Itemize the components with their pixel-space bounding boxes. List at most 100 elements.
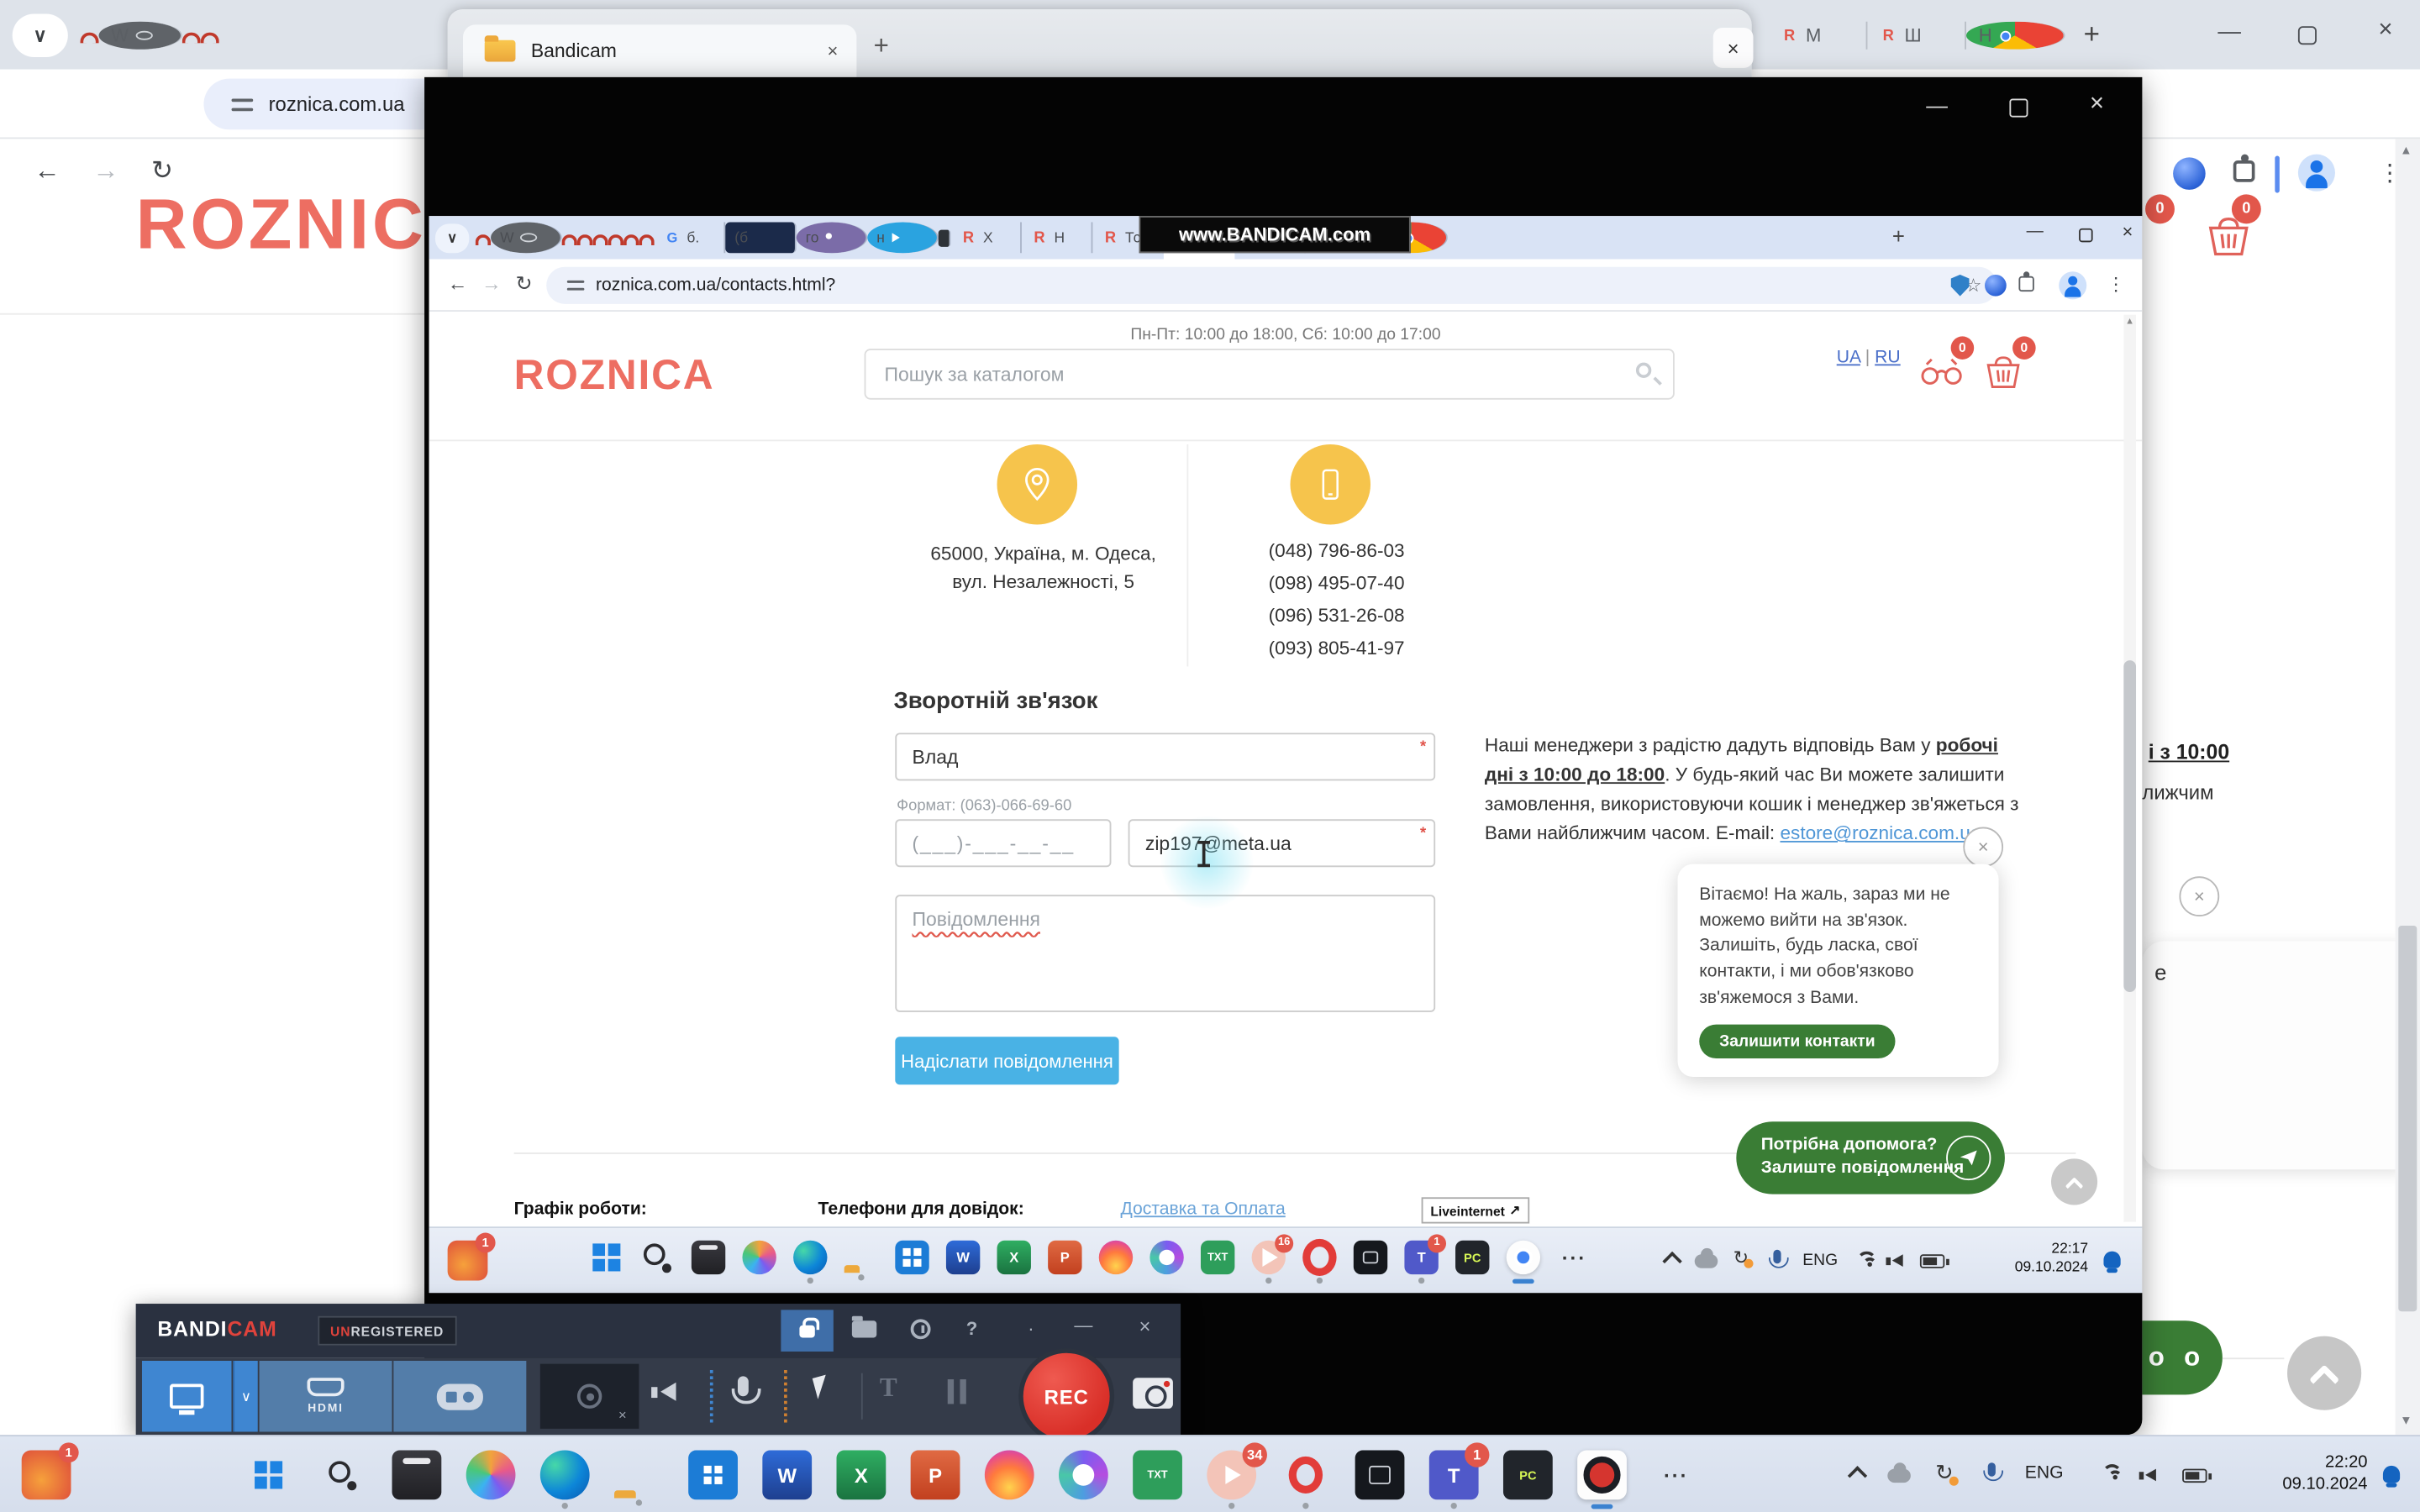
phone-number[interactable]: (048) 796-86-03 xyxy=(1182,540,1491,562)
url-text[interactable]: roznica.com.ua xyxy=(269,92,405,116)
scroll-up-arrow[interactable]: ▲ xyxy=(2125,318,2134,327)
vpn-extension-icon[interactable] xyxy=(1985,275,2007,297)
mouse-effect-icon[interactable] xyxy=(813,1375,832,1399)
browser-tab[interactable]: б/ xyxy=(577,234,592,245)
browser-tab[interactable]: За xyxy=(639,234,654,245)
taskbar-icon[interactable] xyxy=(1507,1241,1540,1274)
email-link[interactable]: estore@roznica.com.ua xyxy=(1780,822,1981,844)
compare-icon[interactable] xyxy=(1918,354,1965,388)
back-icon[interactable]: ← xyxy=(448,271,468,295)
leave-contacts-button[interactable]: Залишити контакти xyxy=(1699,1025,1895,1058)
outer-scrollbar[interactable]: ▲ ▼ xyxy=(2396,139,2420,1435)
browser-tab[interactable]: За xyxy=(81,33,99,44)
browser-tab[interactable]: RМ xyxy=(1769,22,1868,50)
scrollbar-thumb[interactable] xyxy=(2398,926,2417,1311)
taskbar-icon[interactable] xyxy=(692,1241,725,1274)
webcam-overlay-button[interactable]: × xyxy=(540,1364,639,1429)
taskbar-icon[interactable]: X xyxy=(997,1241,1031,1274)
notifications-bell-icon[interactable] xyxy=(2383,1466,2400,1483)
taskbar-icon[interactable]: P xyxy=(1048,1241,1081,1274)
microphone-tray-icon[interactable] xyxy=(1773,1250,1781,1264)
phone-field[interactable]: (___)-___-__-__ xyxy=(895,819,1111,867)
clock[interactable]: 22:2009.10.2024 xyxy=(2232,1452,2368,1496)
browser-tab[interactable]: Н xyxy=(1966,22,2065,50)
taskbar-icon[interactable] xyxy=(985,1451,1034,1500)
lang-ru-link[interactable]: RU xyxy=(1875,349,1901,367)
output-folder-icon[interactable] xyxy=(852,1320,876,1337)
game-recording-mode-button[interactable] xyxy=(393,1361,526,1431)
onedrive-icon[interactable] xyxy=(1695,1254,1718,1268)
mode-dropdown-button[interactable]: ∨ xyxy=(233,1361,257,1431)
forward-icon[interactable]: → xyxy=(92,156,118,187)
phone-number[interactable]: (096) 531-26-08 xyxy=(1182,605,1491,627)
battery-icon[interactable] xyxy=(1920,1254,1944,1268)
browser-tab[interactable]: RХ xyxy=(950,222,1021,253)
preview-close-button[interactable]: × xyxy=(2090,91,2104,118)
record-button[interactable]: REC xyxy=(1023,1353,1110,1440)
taskbar-icon[interactable] xyxy=(1354,1241,1387,1274)
phone-number[interactable]: (098) 495-07-40 xyxy=(1182,572,1491,594)
lang-ua-link[interactable]: UA xyxy=(1837,349,1860,367)
address-bar[interactable]: roznica.com.ua/contacts.html? ☆ xyxy=(546,267,1997,304)
clock[interactable]: 22:1709.10.2024 xyxy=(1957,1241,2088,1278)
chat-close-button[interactable]: × xyxy=(2179,876,2219,916)
message-field[interactable]: Повідомлення xyxy=(895,895,1435,1012)
taskbar-icon[interactable] xyxy=(1577,1451,1627,1500)
taskbar-icon[interactable] xyxy=(1150,1241,1183,1274)
liveinternet-counter[interactable]: Liveinternet↗ xyxy=(1422,1197,1530,1223)
name-field[interactable]: Влад * xyxy=(895,732,1435,780)
schedule-icon[interactable] xyxy=(911,1319,931,1339)
browser-tab[interactable]: рн xyxy=(939,229,951,246)
lock-button[interactable] xyxy=(781,1310,833,1352)
help-bubble-fragment[interactable]: о о xyxy=(2142,1320,2223,1394)
profile-avatar[interactable] xyxy=(2059,271,2086,299)
browser-menu-icon[interactable]: ⋮ xyxy=(2378,159,2402,186)
browser-tab[interactable]: W xyxy=(99,22,182,50)
browser-tab[interactable]: RН xyxy=(1022,222,1092,253)
help-bubble-button[interactable]: Потрібна допомога?Залиште повідомлення xyxy=(1736,1121,2005,1194)
volume-icon[interactable] xyxy=(1892,1254,1903,1267)
browser-tab[interactable]: Gб. xyxy=(655,222,725,253)
window-close-button[interactable]: × xyxy=(2378,17,2392,45)
preview-maximize-button[interactable] xyxy=(2009,99,2028,118)
taskbar-icon[interactable]: PC xyxy=(1455,1241,1489,1274)
taskbar-icon[interactable] xyxy=(1099,1241,1133,1274)
window-minimize-button[interactable]: — xyxy=(2027,222,2044,240)
microphone-icon[interactable] xyxy=(738,1376,749,1396)
screenshot-button[interactable] xyxy=(1133,1378,1173,1409)
window-restore-button[interactable] xyxy=(2079,228,2093,243)
taskbar-icon[interactable]: 34 xyxy=(1207,1451,1256,1500)
browser-menu-icon[interactable]: ⋮ xyxy=(2107,273,2125,295)
phone-number[interactable]: (093) 805-41-97 xyxy=(1182,638,1491,659)
tab-close-icon[interactable]: × xyxy=(827,40,838,62)
tab-search-chevron-icon[interactable]: ∨ xyxy=(435,223,469,253)
inner-scrollbar[interactable]: ▲ xyxy=(2123,315,2136,1222)
wifi-icon[interactable] xyxy=(2102,1464,2123,1484)
tab-search-chevron-icon[interactable]: ∨ xyxy=(13,14,68,57)
device-recording-mode-button[interactable]: HDMI xyxy=(260,1361,392,1431)
new-tab-button[interactable]: + xyxy=(2084,18,2100,51)
extensions-icon[interactable] xyxy=(2233,160,2255,182)
browser-tab[interactable]: (б xyxy=(725,222,796,253)
taskbar-icon[interactable]: T1 xyxy=(1404,1241,1438,1274)
browser-tab[interactable]: Но xyxy=(182,33,201,44)
browser-tab[interactable]: н xyxy=(867,222,938,253)
window-minimize-button[interactable]: — xyxy=(2217,18,2241,45)
browser-tab[interactable]: Н xyxy=(562,234,577,245)
scrollbar-thumb[interactable] xyxy=(2123,660,2136,992)
taskbar-icon[interactable] xyxy=(1302,1241,1336,1274)
catalog-search-input[interactable]: Пошук за каталогом xyxy=(865,349,1675,400)
taskbar-icon[interactable] xyxy=(1355,1451,1405,1500)
search-icon[interactable] xyxy=(1636,363,1651,378)
taskbar-icon[interactable]: 16 xyxy=(1252,1241,1286,1274)
screen-recording-mode-button[interactable] xyxy=(142,1361,232,1431)
notifications-bell-icon[interactable] xyxy=(2103,1252,2120,1268)
taskbar-icon[interactable] xyxy=(1059,1451,1108,1500)
browser-tab[interactable]: ба xyxy=(608,234,623,245)
volume-icon[interactable] xyxy=(2145,1469,2156,1482)
pause-button[interactable] xyxy=(948,1379,966,1404)
keyboard-language[interactable]: ENG xyxy=(1802,1252,1838,1270)
app-minimize-button[interactable]: — xyxy=(1074,1315,1092,1336)
forward-icon[interactable]: → xyxy=(481,271,502,295)
text-overlay-button[interactable]: T xyxy=(880,1373,897,1404)
